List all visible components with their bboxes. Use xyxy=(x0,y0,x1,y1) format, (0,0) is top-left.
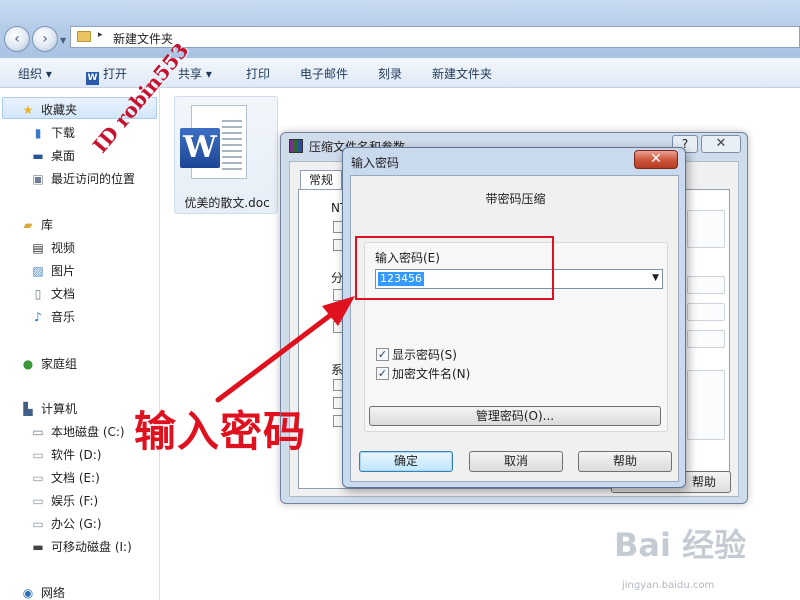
annotation-label: 输入密码 xyxy=(134,407,307,456)
baidu-jingyan-url-watermark: jingyan.baidu.com xyxy=(622,580,715,591)
annotation-arrow xyxy=(215,296,355,403)
baidu-jingyan-watermark: Bai 经验 xyxy=(614,526,747,564)
